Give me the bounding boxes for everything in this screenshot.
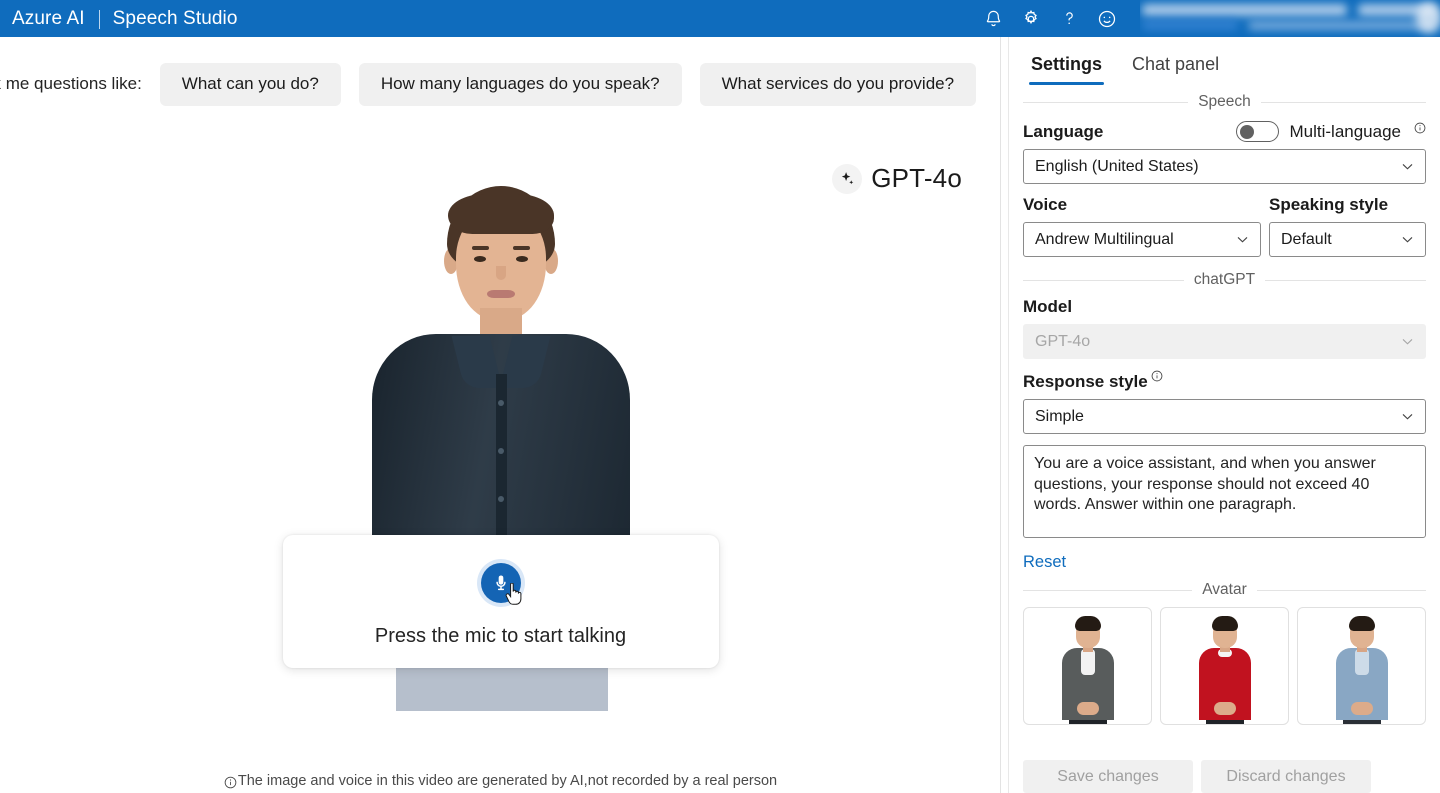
suggested-questions-label: sk me questions like: <box>0 74 142 93</box>
chevron-down-icon <box>1400 232 1415 247</box>
account-info-blurred[interactable] <box>1140 0 1440 37</box>
help-icon[interactable] <box>1050 0 1088 37</box>
multilanguage-info-icon[interactable] <box>1414 121 1426 133</box>
speech-section-body: Language Multi-language English (United … <box>1009 121 1440 257</box>
multilanguage-label: Multi-language <box>1289 121 1401 141</box>
response-style-select[interactable]: Simple <box>1023 399 1426 434</box>
response-style-header: Response style <box>1023 369 1426 392</box>
section-header-avatar: Avatar <box>1023 581 1426 599</box>
chevron-down-icon <box>1400 159 1415 174</box>
ai-disclaimer-text: The image and voice in this video are ge… <box>237 773 778 789</box>
notifications-icon[interactable] <box>974 0 1012 37</box>
brand-separator <box>98 10 100 29</box>
avatar-section-body <box>1009 607 1440 725</box>
avatar-video-stage: Press the mic to start talking <box>0 116 1000 711</box>
suggestion-chip-1[interactable]: What can you do? <box>159 62 341 106</box>
feedback-smiley-icon[interactable] <box>1088 0 1126 37</box>
ai-disclaimer: The image and voice in this video are ge… <box>0 773 1000 789</box>
response-style-info-icon[interactable] <box>1151 369 1163 382</box>
mic-button-ring <box>476 559 525 607</box>
reset-link[interactable]: Reset <box>1023 553 1066 572</box>
panel-tabs: Settings Chat panel <box>1009 37 1440 85</box>
section-header-speech: Speech <box>1023 93 1427 111</box>
section-title-chatgpt: chatGPT <box>1193 271 1256 288</box>
speaking-style-label: Speaking style <box>1269 195 1389 214</box>
header-actions <box>974 0 1440 37</box>
section-header-chatgpt: chatGPT <box>1023 271 1427 289</box>
voice-select-value: Andrew Multilingual <box>1035 230 1174 248</box>
divider-right <box>1265 279 1427 281</box>
panel-footer-actions: Save changes Discard changes <box>1023 760 1427 793</box>
system-prompt-textarea[interactable] <box>1023 445 1426 538</box>
model-select-value: GPT-4o <box>1035 332 1091 350</box>
settings-gear-icon[interactable] <box>1012 0 1050 37</box>
avatar-option-1[interactable] <box>1023 607 1152 725</box>
suggestion-chip-2[interactable]: How many languages do you speak? <box>358 62 682 106</box>
divider-right <box>1260 101 1427 103</box>
discard-changes-button[interactable]: Discard changes <box>1201 760 1371 793</box>
voice-select[interactable]: Andrew Multilingual <box>1023 222 1261 257</box>
language-select[interactable]: English (United States) <box>1023 149 1426 184</box>
suggested-questions-bar: sk me questions like: What can you do? H… <box>0 62 1000 106</box>
hand-pointer-cursor <box>505 583 521 605</box>
language-label: Language <box>1023 121 1104 141</box>
chevron-down-icon <box>1235 232 1250 247</box>
language-select-value: English (United States) <box>1035 157 1199 175</box>
voice-label: Voice <box>1023 195 1068 214</box>
suggestion-chip-3[interactable]: What services do you provide? <box>699 62 977 106</box>
mic-prompt-text: Press the mic to start talking <box>374 625 627 647</box>
avatar-option-grid <box>1023 607 1426 725</box>
voice-field: Voice Andrew Multilingual <box>1023 195 1261 257</box>
app-body: sk me questions like: What can you do? H… <box>0 37 1440 793</box>
avatar-option-3[interactable] <box>1297 607 1426 725</box>
mic-prompt-card: Press the mic to start talking <box>282 535 719 668</box>
speaking-style-field: Speaking style Default <box>1269 195 1426 257</box>
voice-style-row: Voice Andrew Multilingual Speaking style… <box>1023 195 1426 257</box>
app-header: Azure AI Speech Studio <box>0 0 1440 37</box>
info-icon <box>224 776 237 789</box>
speaking-style-value: Default <box>1281 230 1332 248</box>
chevron-down-icon <box>1400 409 1415 424</box>
save-changes-button[interactable]: Save changes <box>1023 760 1193 793</box>
model-label: Model <box>1023 297 1073 316</box>
speaking-style-select[interactable]: Default <box>1269 222 1426 257</box>
divider-left <box>1023 589 1193 591</box>
divider-right <box>1256 589 1426 591</box>
response-style-label: Response style <box>1023 372 1148 391</box>
divider-left <box>1023 279 1184 281</box>
chatgpt-section-body: Model GPT-4o Response style Simple You a… <box>1009 297 1440 572</box>
language-row: Language Multi-language <box>1023 121 1426 142</box>
divider-left <box>1023 101 1189 103</box>
multilanguage-toggle[interactable] <box>1236 121 1280 142</box>
brand-title: Azure AI Speech Studio <box>12 8 238 30</box>
response-style-value: Simple <box>1035 407 1084 425</box>
tab-settings[interactable]: Settings <box>1021 50 1112 85</box>
section-title-avatar: Avatar <box>1202 581 1247 598</box>
settings-panel: Settings Chat panel Speech Language Mult… <box>1008 37 1440 793</box>
model-select: GPT-4o <box>1023 324 1426 359</box>
brand-primary: Azure AI <box>12 7 85 29</box>
avatar-conversation-area: sk me questions like: What can you do? H… <box>0 37 1001 793</box>
section-title-speech: Speech <box>1198 93 1251 110</box>
chevron-down-icon <box>1400 334 1415 349</box>
tab-chat-panel[interactable]: Chat panel <box>1122 50 1229 85</box>
avatar-option-2[interactable] <box>1160 607 1289 725</box>
brand-secondary: Speech Studio <box>112 7 238 29</box>
toggle-knob <box>1240 124 1255 139</box>
multilanguage-control: Multi-language <box>1236 121 1426 142</box>
